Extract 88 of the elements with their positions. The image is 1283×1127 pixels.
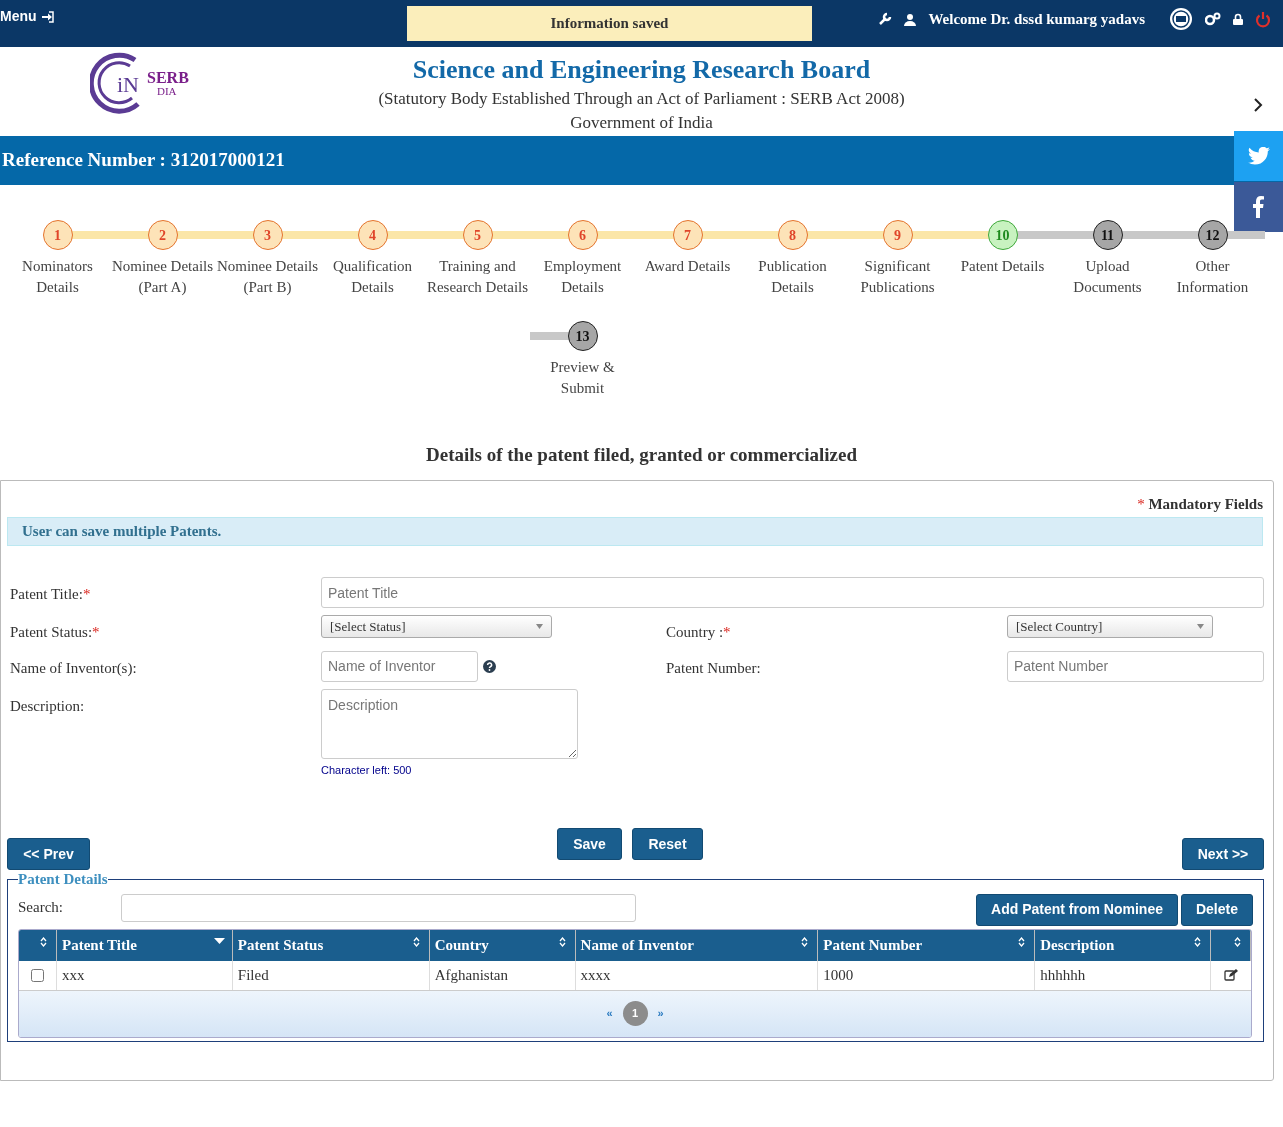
wrench-icon[interactable] bbox=[878, 12, 893, 26]
search-field[interactable] bbox=[121, 893, 636, 922]
step-number[interactable]: 10 bbox=[987, 220, 1018, 250]
field-label: Patent Title:* bbox=[10, 585, 92, 604]
notification-banner: Information saved bbox=[407, 6, 812, 41]
facebook-button[interactable] bbox=[1234, 182, 1283, 232]
caret-icon bbox=[536, 624, 543, 629]
step-label[interactable]: Qualification Details bbox=[320, 256, 425, 298]
step-label[interactable]: Other Information bbox=[1160, 256, 1265, 298]
field-label: Country :* bbox=[666, 623, 732, 642]
step-label[interactable]: Upload Documents bbox=[1055, 256, 1160, 298]
column-header[interactable]: Patent Status bbox=[232, 929, 430, 961]
government-text: Government of India bbox=[570, 112, 713, 134]
lock-icon[interactable] bbox=[1233, 13, 1243, 25]
table-cell: Afghanistan bbox=[429, 960, 576, 990]
step-number[interactable]: 13 bbox=[567, 321, 598, 351]
action-button[interactable]: Delete bbox=[1180, 893, 1253, 926]
edit-icon[interactable] bbox=[1224, 969, 1239, 981]
sort-icon[interactable] bbox=[558, 936, 566, 947]
prev-button[interactable]: << Prev bbox=[7, 838, 90, 870]
table-cell: 1000 bbox=[818, 960, 1036, 990]
select-dropdown[interactable]: [Select Status] bbox=[321, 615, 552, 638]
user-icon bbox=[904, 12, 917, 26]
panel-legend: Patent Details bbox=[18, 868, 108, 891]
site-title: Science and Engineering Research Board bbox=[412, 54, 871, 86]
reset-button[interactable]: Reset bbox=[632, 828, 703, 860]
character-counter: Character left: 500 bbox=[321, 762, 412, 778]
step-label[interactable]: Training and Research Details bbox=[425, 256, 530, 298]
sign-in-icon bbox=[40, 10, 54, 23]
last-page-link[interactable]: » bbox=[657, 1005, 664, 1022]
next-button[interactable]: Next >> bbox=[1182, 838, 1264, 870]
step-label[interactable]: Nominee Details (Part B) bbox=[215, 256, 320, 298]
letter-f-icon bbox=[1253, 196, 1264, 218]
field-label: Description: bbox=[10, 696, 86, 716]
sort-icon[interactable] bbox=[1194, 936, 1202, 947]
gears-icon[interactable] bbox=[1205, 12, 1221, 26]
table-cell: hhhhhh bbox=[1035, 960, 1212, 990]
sort-icon[interactable] bbox=[39, 936, 47, 947]
sort-descending-icon[interactable] bbox=[213, 937, 225, 944]
step-number[interactable]: 12 bbox=[1197, 220, 1228, 250]
twitter-button[interactable] bbox=[1234, 131, 1283, 181]
caret-icon bbox=[1197, 624, 1204, 629]
first-page-link[interactable]: « bbox=[606, 1005, 613, 1022]
step-label[interactable]: Award Details bbox=[635, 256, 740, 277]
step-label[interactable]: Publication Details bbox=[740, 256, 845, 298]
field-label: Patent Status:* bbox=[10, 623, 101, 642]
sort-icon[interactable] bbox=[801, 936, 809, 947]
step-label[interactable]: Patent Details bbox=[950, 256, 1055, 277]
column-header[interactable]: Patent Number bbox=[818, 929, 1036, 961]
input-field[interactable]: Patent Number bbox=[1007, 650, 1264, 682]
column-header[interactable]: Country bbox=[429, 929, 576, 961]
power-icon[interactable] bbox=[1255, 10, 1271, 28]
sort-icon[interactable] bbox=[1234, 936, 1241, 947]
search-label: Search: bbox=[18, 898, 64, 918]
description-field[interactable]: Description bbox=[321, 688, 578, 759]
site-subtitle: (Statutory Body Established Through an Act of Parliament : SERB Act 2008) bbox=[378, 88, 905, 110]
input-field[interactable]: Patent Title bbox=[321, 577, 1264, 608]
step-label[interactable]: Nominators Details bbox=[5, 256, 110, 298]
step-number[interactable]: 11 bbox=[1092, 220, 1123, 250]
input-field[interactable]: Name of Inventor bbox=[321, 650, 478, 682]
field-label: Name of Inventor(s): bbox=[10, 658, 138, 678]
step-label[interactable]: Significant Publications bbox=[845, 256, 950, 298]
bird-icon bbox=[1247, 147, 1270, 165]
table-cell: xxx bbox=[56, 960, 233, 990]
reference-number: Reference Number : 312017000121 bbox=[2, 148, 285, 173]
table-cell: xxxx bbox=[575, 960, 819, 990]
mandatory-note: * Mandatory Fields bbox=[1136, 494, 1263, 514]
help-icon[interactable] bbox=[483, 659, 496, 673]
column-header[interactable]: Description bbox=[1035, 929, 1212, 961]
field-label: Patent Number: bbox=[666, 658, 762, 678]
row-checkbox[interactable] bbox=[31, 968, 44, 982]
step-label[interactable]: Preview & Submit bbox=[530, 357, 635, 399]
welcome-text: Welcome Dr. dssd kumarg yadavs bbox=[928, 9, 1145, 29]
column-header[interactable]: Name of Inventor bbox=[575, 929, 819, 961]
column-header[interactable]: Patent Title bbox=[56, 929, 233, 961]
section-title: Details of the patent filed, granted or commercialized bbox=[425, 443, 858, 467]
select-dropdown[interactable]: [Select Country] bbox=[1007, 615, 1213, 638]
info-message: User can save multiple Patents. bbox=[7, 517, 1263, 546]
step-label[interactable]: Employment Details bbox=[530, 256, 635, 298]
step-label[interactable]: Nominee Details (Part A) bbox=[110, 256, 215, 298]
chevron-right-icon[interactable] bbox=[1253, 98, 1263, 112]
action-button[interactable]: Add Patent from Nominee bbox=[976, 893, 1178, 926]
table-cell: Filed bbox=[232, 960, 430, 990]
save-button[interactable]: Save bbox=[557, 828, 622, 860]
sort-icon[interactable] bbox=[1018, 936, 1026, 947]
emblem-icon[interactable] bbox=[1169, 7, 1193, 31]
menu-link[interactable]: Menu bbox=[0, 6, 54, 27]
sort-icon[interactable] bbox=[412, 936, 420, 947]
